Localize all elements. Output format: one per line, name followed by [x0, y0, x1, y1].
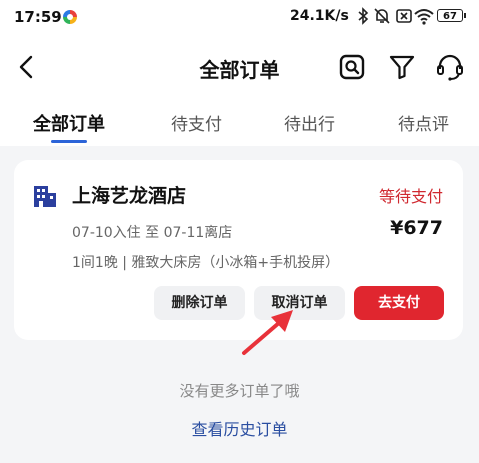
hotel-building-icon — [34, 186, 56, 207]
tab-pending-payment[interactable]: 待支付 — [171, 110, 222, 135]
order-status: 等待支付 — [378, 187, 443, 206]
filter-icon[interactable] — [387, 52, 417, 82]
room-info: 1间1晚 | 雅致大床房（小冰箱+手机投屏） — [72, 255, 340, 271]
active-tab-indicator — [51, 140, 87, 143]
app-notification-icon — [63, 10, 77, 24]
no-more-orders-text: 没有更多订单了哦 — [179, 382, 300, 400]
status-time: 17:59 — [14, 8, 62, 26]
network-speed: 24.1K/s — [290, 8, 349, 24]
status-bar: 17:59 24.1K/s 67 — [0, 0, 479, 36]
wifi-icon — [414, 9, 434, 25]
bluetooth-icon — [358, 7, 369, 25]
customer-service-icon[interactable] — [435, 52, 465, 82]
search-icon[interactable] — [337, 52, 367, 82]
history-orders-link-row: 查看历史订单 — [0, 416, 479, 440]
hotel-name: 上海艺龙酒店 — [72, 185, 187, 207]
delete-order-button[interactable]: 删除订单 — [154, 286, 245, 320]
pay-button[interactable]: 去支付 — [354, 286, 444, 320]
tab-pending-review[interactable]: 待点评 — [398, 110, 449, 135]
stay-dates: 07-10入住 至 07-11离店 — [72, 225, 233, 241]
history-orders-link[interactable]: 查看历史订单 — [191, 420, 287, 439]
mute-bell-icon — [374, 8, 390, 24]
battery-indicator: 67 — [437, 9, 466, 22]
annotation-arrow-icon — [242, 310, 293, 355]
sim-off-icon — [396, 9, 412, 23]
order-price: ¥677 — [390, 217, 443, 239]
tab-all-orders[interactable]: 全部订单 — [33, 110, 105, 136]
tab-pending-travel[interactable]: 待出行 — [284, 110, 335, 135]
back-arrow-icon[interactable] — [12, 52, 42, 82]
